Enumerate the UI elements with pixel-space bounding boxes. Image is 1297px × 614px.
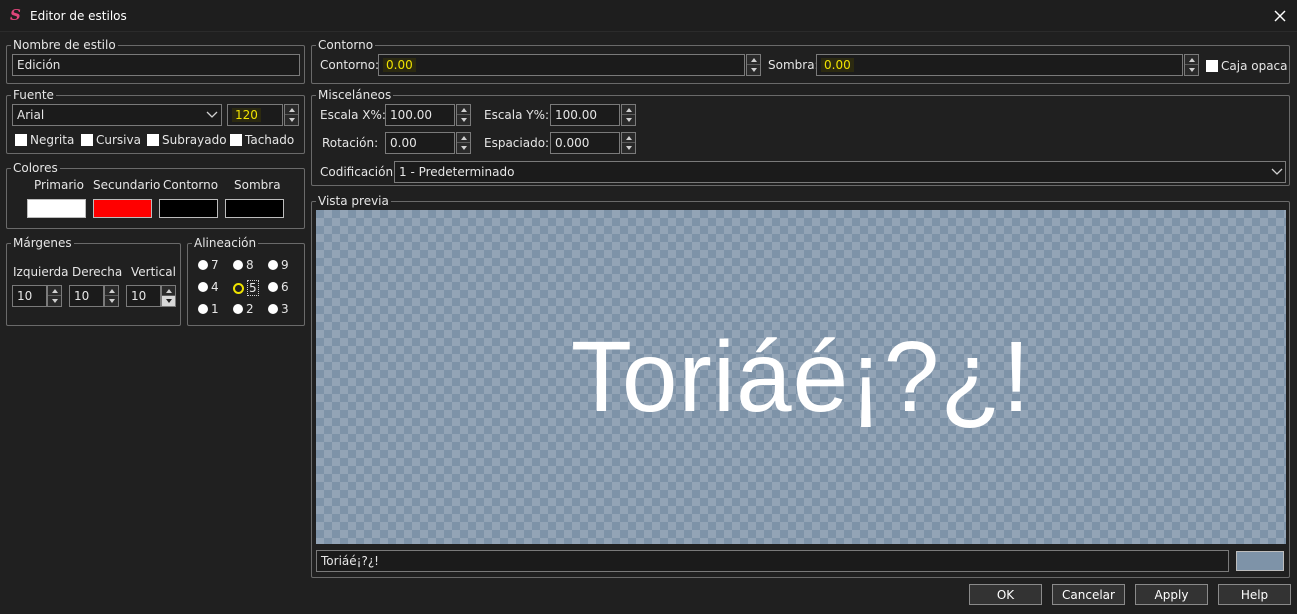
margins-legend: Márgenes bbox=[13, 236, 72, 250]
primary-color-swatch[interactable] bbox=[27, 199, 86, 218]
close-icon bbox=[1274, 10, 1286, 22]
outline-color-label: Contorno bbox=[163, 178, 219, 192]
spacing-label: Espaciado: bbox=[484, 136, 550, 150]
style-name-legend: Nombre de estilo bbox=[13, 38, 116, 52]
secondary-color-swatch[interactable] bbox=[93, 199, 152, 218]
scale-x-stepper[interactable] bbox=[456, 104, 471, 126]
spacing-stepper[interactable] bbox=[621, 132, 636, 154]
cancel-button[interactable]: Cancelar bbox=[1052, 584, 1125, 605]
margin-right-stepper[interactable] bbox=[104, 285, 119, 307]
outline-color-swatch[interactable] bbox=[159, 199, 218, 218]
font-legend: Fuente bbox=[13, 88, 54, 102]
preview-legend: Vista previa bbox=[318, 194, 389, 208]
font-family-select[interactable]: Arial bbox=[12, 104, 222, 126]
apply-button[interactable]: Apply bbox=[1135, 584, 1208, 605]
margin-vertical-stepper[interactable] bbox=[161, 285, 176, 307]
ok-button[interactable]: OK bbox=[969, 584, 1042, 605]
margin-left-label: Izquierda bbox=[13, 265, 69, 279]
alignment-legend: Alineación bbox=[194, 236, 257, 250]
preview-bg-color-button[interactable] bbox=[1236, 551, 1284, 571]
spacing-input[interactable]: 0.000 bbox=[550, 132, 620, 154]
align-8-radio[interactable]: 8 bbox=[233, 258, 254, 272]
outline-stepper[interactable] bbox=[746, 54, 761, 76]
shadow-label: Sombra: bbox=[768, 58, 819, 72]
align-9-radio[interactable]: 9 bbox=[268, 258, 289, 272]
margin-vertical-input[interactable]: 10 bbox=[126, 285, 161, 307]
scale-y-stepper[interactable] bbox=[621, 104, 636, 126]
encoding-select[interactable]: 1 - Predeterminado bbox=[394, 161, 1286, 183]
title-bar bbox=[0, 0, 1297, 32]
font-size-down[interactable] bbox=[285, 115, 298, 125]
preview-text-input[interactable]: Toriáé¡?¿! bbox=[316, 550, 1229, 572]
scale-y-input[interactable]: 100.00 bbox=[550, 104, 620, 126]
close-button[interactable] bbox=[1268, 4, 1292, 28]
outline-label: Contorno: bbox=[320, 58, 380, 72]
bold-checkbox[interactable]: Negrita bbox=[15, 133, 74, 147]
italic-checkbox[interactable]: Cursiva bbox=[81, 133, 141, 147]
shadow-stepper[interactable] bbox=[1184, 54, 1199, 76]
outline-input[interactable]: 0.00 bbox=[378, 54, 745, 76]
margin-vertical-label: Vertical bbox=[131, 265, 176, 279]
strikeout-checkbox[interactable]: Tachado bbox=[230, 133, 294, 147]
encoding-value: 1 - Predeterminado bbox=[399, 165, 515, 179]
rotation-label: Rotación: bbox=[322, 136, 379, 150]
rotation-input[interactable]: 0.00 bbox=[385, 132, 455, 154]
align-4-radio[interactable]: 4 bbox=[198, 280, 219, 294]
shadow-color-swatch[interactable] bbox=[225, 199, 284, 218]
align-7-radio[interactable]: 7 bbox=[198, 258, 219, 272]
font-size-input[interactable]: 120 bbox=[227, 104, 283, 126]
font-size-up[interactable] bbox=[285, 105, 298, 115]
preview-canvas: Toriáé¡?¿! bbox=[316, 210, 1286, 544]
chevron-down-icon[interactable] bbox=[205, 108, 219, 122]
margin-left-stepper[interactable] bbox=[47, 285, 62, 307]
shadow-color-label: Sombra bbox=[234, 178, 281, 192]
align-3-radio[interactable]: 3 bbox=[268, 302, 289, 316]
scale-x-label: Escala X%: bbox=[320, 108, 386, 122]
scale-y-label: Escala Y%: bbox=[484, 108, 550, 122]
help-button[interactable]: Help bbox=[1218, 584, 1291, 605]
rotation-stepper[interactable] bbox=[456, 132, 471, 154]
scale-x-input[interactable]: 100.00 bbox=[385, 104, 455, 126]
font-size-stepper[interactable] bbox=[284, 104, 299, 126]
align-2-radio[interactable]: 2 bbox=[233, 302, 254, 316]
margin-right-input[interactable]: 10 bbox=[69, 285, 104, 307]
preview-text: Toriáé¡?¿! bbox=[570, 320, 1032, 433]
opaque-box-checkbox[interactable]: Caja opaca bbox=[1206, 59, 1288, 73]
chevron-down-icon[interactable] bbox=[1270, 165, 1284, 179]
margin-left-input[interactable]: 10 bbox=[12, 285, 47, 307]
shadow-input[interactable]: 0.00 bbox=[816, 54, 1183, 76]
encoding-label: Codificación: bbox=[320, 165, 398, 179]
font-family-value: Arial bbox=[17, 108, 45, 122]
align-1-radio[interactable]: 1 bbox=[198, 302, 219, 316]
primary-color-label: Primario bbox=[34, 178, 84, 192]
align-5-radio[interactable]: 5 bbox=[233, 280, 259, 296]
outline-legend: Contorno bbox=[318, 38, 374, 52]
margin-right-label: Derecha bbox=[72, 265, 123, 279]
misc-legend: Misceláneos bbox=[318, 88, 392, 102]
secondary-color-label: Secundario bbox=[93, 178, 161, 192]
window-title: Editor de estilos bbox=[30, 9, 127, 23]
colors-group: Colores bbox=[6, 162, 305, 229]
underline-checkbox[interactable]: Subrayado bbox=[147, 133, 227, 147]
colors-legend: Colores bbox=[13, 161, 58, 175]
margins-group: Márgenes bbox=[6, 237, 181, 326]
align-6-radio[interactable]: 6 bbox=[268, 280, 289, 294]
app-logo-icon: S bbox=[10, 6, 21, 24]
style-name-input[interactable]: Edición bbox=[12, 54, 300, 76]
